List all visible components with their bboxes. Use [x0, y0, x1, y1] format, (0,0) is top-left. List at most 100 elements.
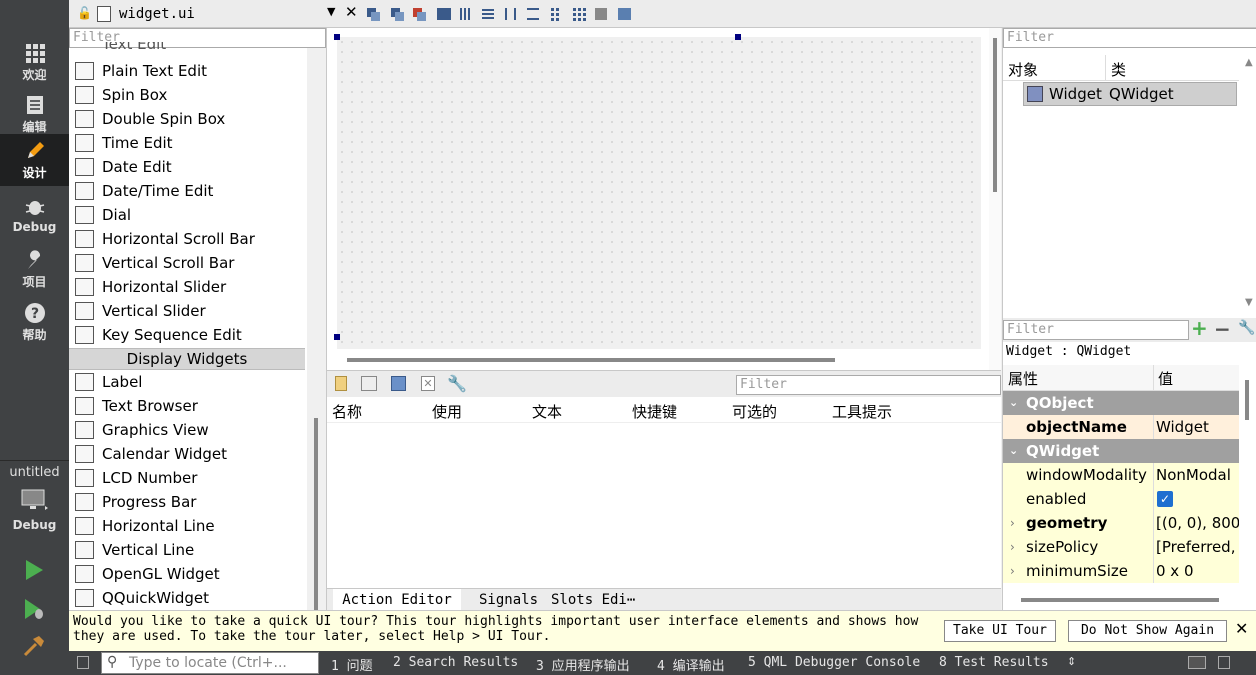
expand-chevron-icon[interactable]: ›: [1010, 511, 1015, 535]
resize-handle[interactable]: [334, 334, 340, 340]
property-scrollbar-thumb[interactable]: [1245, 380, 1249, 420]
widget-item[interactable]: Text Browser: [69, 394, 305, 418]
widget-item[interactable]: Spin Box: [69, 83, 305, 107]
take-ui-tour-button[interactable]: Take UI Tour: [944, 620, 1056, 642]
column-header[interactable]: 可选的: [732, 401, 777, 422]
toggle-sidebar-icon[interactable]: [77, 656, 89, 669]
property-value[interactable]: Widget: [1156, 415, 1239, 439]
expand-chevron-icon[interactable]: ›: [1010, 535, 1015, 559]
scrollbar-thumb[interactable]: [993, 38, 997, 192]
object-scrollbar[interactable]: ▲ ▼: [1241, 55, 1256, 311]
run-button[interactable]: [22, 558, 46, 582]
tab-signals[interactable]: Signals: [479, 589, 538, 611]
column-header-object[interactable]: 对象: [1008, 59, 1038, 80]
widget-item[interactable]: Plain Text Edit: [69, 59, 305, 83]
widget-item[interactable]: OpenGL Widget: [69, 562, 305, 586]
property-row[interactable]: enabled ✓: [1003, 487, 1239, 511]
add-property-icon[interactable]: +: [1191, 316, 1208, 340]
widget-item[interactable]: Date Edit: [69, 155, 305, 179]
action-filter-input[interactable]: Filter: [736, 375, 1001, 395]
mode-design[interactable]: 设计: [0, 134, 69, 186]
widget-item[interactable]: Vertical Scroll Bar: [69, 251, 305, 275]
widget-item[interactable]: Horizontal Line: [69, 514, 305, 538]
collapse-chevron-icon[interactable]: ⌄: [1009, 439, 1018, 463]
form-widget[interactable]: [337, 37, 981, 349]
property-row[interactable]: › minimumSize 0 x 0: [1003, 559, 1239, 583]
mode-help[interactable]: ? 帮助: [0, 296, 69, 348]
scroll-up-chevron-icon[interactable]: ▲: [1245, 57, 1253, 68]
property-row[interactable]: › sizePolicy [Preferred, P: [1003, 535, 1239, 559]
vertical-scrollbar[interactable]: [989, 28, 1001, 370]
mode-edit[interactable]: 编辑: [0, 88, 69, 140]
column-header[interactable]: 使用: [432, 401, 462, 422]
delete-action-icon[interactable]: ✕: [421, 376, 435, 391]
new-action-icon[interactable]: [335, 376, 347, 391]
output-tab-qml-debugger-console[interactable]: 5 QML Debugger Console: [748, 655, 920, 670]
widget-item[interactable]: Progress Bar: [69, 490, 305, 514]
file-name[interactable]: widget.ui: [119, 6, 195, 22]
property-value[interactable]: NonModal: [1156, 463, 1239, 487]
category-display-widgets[interactable]: Display Widgets: [69, 348, 305, 370]
widget-item[interactable]: Graphics View: [69, 418, 305, 442]
copy-action-icon[interactable]: [361, 376, 377, 391]
mode-welcome[interactable]: 欢迎: [0, 36, 69, 88]
column-header[interactable]: 快捷键: [632, 401, 677, 422]
column-header-class[interactable]: 类: [1111, 59, 1126, 80]
property-hscroll-thumb[interactable]: [1021, 598, 1219, 602]
build-button[interactable]: [22, 634, 46, 658]
collapse-chevron-icon[interactable]: ⌄: [1009, 391, 1018, 415]
column-header-property[interactable]: 属性: [1008, 368, 1038, 389]
widget-item[interactable]: Time Edit: [69, 131, 305, 155]
configure-wrench-icon[interactable]: 🔧: [447, 374, 467, 393]
widget-item[interactable]: LCD Number: [69, 466, 305, 490]
target-selector[interactable]: [20, 488, 48, 514]
mode-projects[interactable]: 项目: [0, 243, 69, 295]
object-row-widget[interactable]: Widget QWidget: [1023, 82, 1237, 106]
layout-toolbar-icons[interactable]: [365, 6, 641, 22]
widget-item-partial[interactable]: Text Edit: [102, 42, 166, 52]
widget-box-scrollbar[interactable]: [307, 48, 326, 610]
close-infobar-icon[interactable]: ✕: [1235, 619, 1248, 638]
remove-property-icon[interactable]: −: [1214, 317, 1231, 341]
output-tab-issues[interactable]: 1 问题: [331, 655, 373, 674]
locator-input[interactable]: ⚲ Type to locate (Ctrl+...: [101, 652, 319, 674]
column-header[interactable]: 名称: [332, 401, 362, 422]
widget-item[interactable]: QQuickWidget: [69, 586, 305, 610]
configure-wrench-icon[interactable]: 🔧: [1238, 320, 1255, 336]
widget-item[interactable]: Date/Time Edit: [69, 179, 305, 203]
horizontal-scrollbar-thumb[interactable]: [347, 358, 835, 362]
output-tab-application-output[interactable]: 3 应用程序输出: [536, 655, 630, 674]
widget-item[interactable]: Vertical Line: [69, 538, 305, 562]
tab-action-editor[interactable]: Action Editor: [333, 589, 461, 612]
scrollbar-thumb[interactable]: [314, 418, 318, 610]
do-not-show-again-button[interactable]: Do Not Show Again: [1068, 620, 1227, 642]
column-header[interactable]: 工具提示: [832, 401, 892, 422]
object-filter-input[interactable]: Filter: [1003, 28, 1256, 48]
widget-item[interactable]: Vertical Slider: [69, 299, 305, 323]
property-value[interactable]: [Preferred, P: [1156, 535, 1239, 559]
widget-item[interactable]: Key Sequence Edit: [69, 323, 305, 347]
toggle-right-sidebar-icon[interactable]: [1218, 656, 1230, 669]
close-file-icon[interactable]: ✕: [345, 3, 358, 21]
widget-item[interactable]: Label: [69, 370, 305, 394]
property-row[interactable]: windowModality NonModal: [1003, 463, 1239, 487]
output-tab-compile-output[interactable]: 4 编译输出: [657, 655, 725, 674]
resize-handle[interactable]: [735, 34, 741, 40]
widget-item[interactable]: Double Spin Box: [69, 107, 305, 131]
property-row[interactable]: objectName Widget: [1003, 415, 1239, 439]
resize-handle[interactable]: [334, 34, 340, 40]
widget-item[interactable]: Horizontal Scroll Bar: [69, 227, 305, 251]
toggle-progress-icon[interactable]: [1188, 656, 1206, 669]
property-row[interactable]: › geometry [(0, 0), 800 x: [1003, 511, 1239, 535]
widget-item[interactable]: Horizontal Slider: [69, 275, 305, 299]
mode-debug[interactable]: Debug: [0, 190, 69, 242]
enabled-checkbox[interactable]: ✓: [1157, 491, 1173, 507]
debug-run-button[interactable]: [22, 597, 46, 621]
paste-action-icon[interactable]: [391, 376, 406, 391]
tab-slots-editor[interactable]: Slots Edi⋯: [551, 589, 635, 611]
property-value[interactable]: 0 x 0: [1156, 559, 1239, 583]
widget-item[interactable]: Dial: [69, 203, 305, 227]
property-value[interactable]: [(0, 0), 800 x: [1156, 511, 1239, 535]
more-tabs-chevron-icon[interactable]: ⇕: [1067, 655, 1076, 668]
property-filter-input[interactable]: Filter: [1003, 320, 1189, 340]
